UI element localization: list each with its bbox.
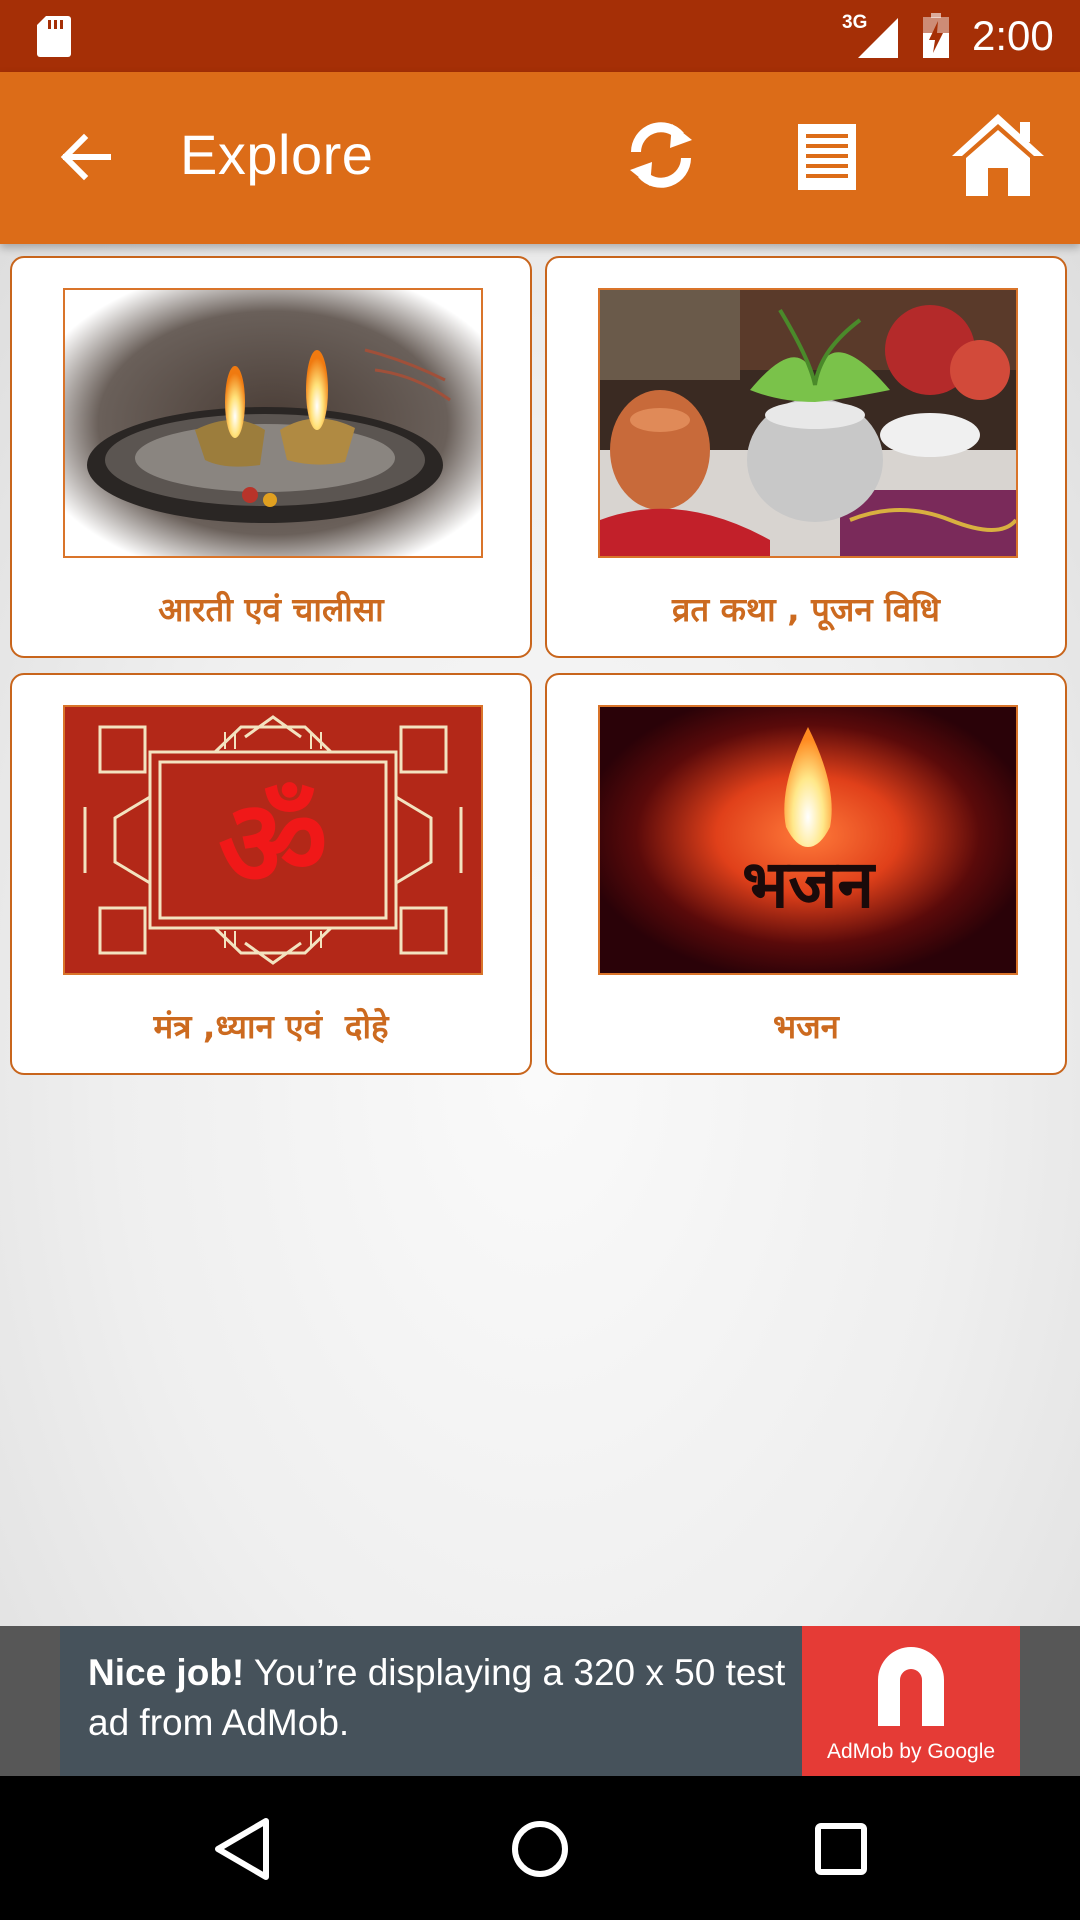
- svg-text:भजन: भजन: [742, 845, 876, 923]
- category-card-vrat-katha[interactable]: व्रत कथा , पूजन विधि: [545, 256, 1067, 658]
- diya-lamps-image: [63, 288, 483, 558]
- admob-icon: [878, 1647, 944, 1726]
- om-rangoli-image: ॐ: [63, 705, 483, 975]
- card-label: व्रत कथा , पूजन विधि: [672, 590, 940, 629]
- nav-recents-icon[interactable]: [814, 1822, 868, 1876]
- sd-card-icon: [37, 16, 71, 57]
- card-label: आरती एवं चालीसा: [158, 590, 384, 629]
- kalash-puja-image: [598, 288, 1018, 558]
- category-card-bhajan[interactable]: भजन भजन: [545, 673, 1067, 1075]
- home-icon[interactable]: [950, 112, 1046, 198]
- card-label: भजन: [773, 1007, 839, 1046]
- status-bar: 3G 2:00: [0, 0, 1080, 72]
- nav-home-icon[interactable]: [510, 1816, 570, 1882]
- admob-logo: AdMob by Google: [802, 1626, 1020, 1776]
- category-card-mantra[interactable]: ॐ मंत्र ,ध्यान एवं दोहे: [10, 673, 532, 1075]
- ad-logo-caption: AdMob by Google: [826, 1740, 996, 1763]
- card-label: मंत्र ,ध्यान एवं दोहे: [153, 1007, 389, 1046]
- refresh-icon[interactable]: [622, 116, 700, 194]
- app-screen: 3G 2:00 Explore आरती एवं चालीसा व्रत कथा…: [0, 0, 1080, 1920]
- ad-headline: Nice job!: [88, 1652, 245, 1693]
- system-nav-bar: [0, 1776, 1080, 1920]
- list-icon[interactable]: [796, 122, 858, 192]
- battery-charging-icon: [923, 13, 949, 58]
- category-grid: आरती एवं चालीसा व्रत कथा , पूजन विधि ॐ म…: [0, 244, 1080, 1626]
- nav-back-icon[interactable]: [212, 1816, 272, 1882]
- network-indicator: 3G: [842, 12, 902, 60]
- app-bar: Explore: [0, 72, 1080, 244]
- ad-strip: Nice job! You’re displaying a 320 x 50 t…: [0, 1626, 1080, 1776]
- ad-text: Nice job! You’re displaying a 320 x 50 t…: [88, 1648, 828, 1748]
- status-clock: 2:00: [972, 12, 1054, 59]
- admob-test-ad[interactable]: Nice job! You’re displaying a 320 x 50 t…: [60, 1626, 1020, 1776]
- signal-icon: [858, 18, 898, 58]
- back-arrow-icon[interactable]: [56, 128, 114, 186]
- bhajan-flame-image: भजन: [598, 705, 1018, 975]
- category-card-aarti[interactable]: आरती एवं चालीसा: [10, 256, 532, 658]
- svg-text:ॐ: ॐ: [218, 775, 327, 914]
- page-title: Explore: [180, 123, 374, 186]
